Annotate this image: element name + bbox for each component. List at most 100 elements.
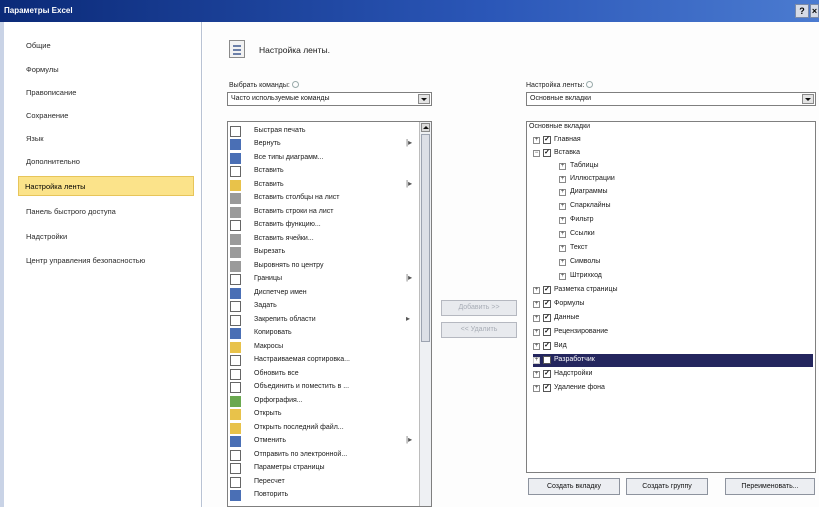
list-item[interactable]: Диспетчер имен <box>230 287 420 300</box>
new-group-button[interactable]: Создать группу <box>626 478 708 495</box>
expand-icon[interactable]: + <box>533 287 540 294</box>
expand-icon[interactable]: + <box>559 231 566 238</box>
collapse-icon[interactable]: − <box>533 150 540 157</box>
checkbox-checked[interactable]: ✓ <box>543 342 551 350</box>
list-item[interactable]: Вставить функцию... <box>230 219 420 232</box>
tree-node-developer[interactable]: + Разработчик <box>533 354 813 367</box>
tree-node-home[interactable]: + ✓ Главная <box>533 134 813 147</box>
expand-icon[interactable]: + <box>533 385 540 392</box>
list-item[interactable]: Копировать <box>230 327 420 340</box>
sidebar-item-advanced[interactable]: Дополнительно <box>20 152 196 172</box>
tree-node-add-ins[interactable]: + ✓ Надстройки <box>533 368 813 381</box>
expand-icon[interactable]: + <box>533 343 540 350</box>
sidebar-item-formulas[interactable]: Формулы <box>20 60 196 80</box>
list-item[interactable]: Отправить по электронной... <box>230 449 420 462</box>
checkbox-checked[interactable]: ✓ <box>543 149 551 157</box>
checkbox-checked[interactable]: ✓ <box>543 384 551 392</box>
expand-icon[interactable]: + <box>559 176 566 183</box>
expand-icon[interactable]: + <box>533 137 540 144</box>
expand-icon[interactable]: + <box>559 273 566 280</box>
expand-icon[interactable]: + <box>559 203 566 210</box>
close-button[interactable]: × <box>810 4 819 18</box>
tree-node-links[interactable]: + Ссылки <box>559 228 813 241</box>
tree-node-view[interactable]: + ✓ Вид <box>533 340 813 353</box>
checkbox-checked[interactable]: ✓ <box>543 300 551 308</box>
expand-icon[interactable]: + <box>559 189 566 196</box>
chevron-down-icon[interactable] <box>802 94 814 104</box>
list-item[interactable]: Быстрая печать <box>230 125 420 138</box>
list-item[interactable]: Макросы <box>230 341 420 354</box>
list-item[interactable]: Закрепить области ▸ <box>230 314 420 327</box>
list-item[interactable]: Все типы диаграмм... <box>230 152 420 165</box>
list-item[interactable]: Задать <box>230 300 420 313</box>
checkbox-checked[interactable]: ✓ <box>543 286 551 294</box>
help-button[interactable]: ? <box>795 4 809 18</box>
list-item[interactable]: Вернуть |▸ <box>230 138 420 151</box>
list-item[interactable]: Пересчет <box>230 476 420 489</box>
tree-node-insert[interactable]: − ✓ Вставка <box>533 147 813 160</box>
expand-icon[interactable]: + <box>533 371 540 378</box>
tree-node-formulas[interactable]: + ✓ Формулы <box>533 298 813 311</box>
checkbox-checked[interactable]: ✓ <box>543 370 551 378</box>
scroll-up-icon[interactable] <box>421 123 430 132</box>
list-item[interactable]: Открыть последний файл... <box>230 422 420 435</box>
list-item[interactable]: Орфография... <box>230 395 420 408</box>
list-item[interactable]: Вставить строки на лист <box>230 206 420 219</box>
list-item[interactable]: Вставить <box>230 165 420 178</box>
list-item[interactable]: Объединить и поместить в ... <box>230 381 420 394</box>
sidebar-item-save[interactable]: Сохранение <box>20 106 196 126</box>
tree-node-text[interactable]: + Текст <box>559 242 813 255</box>
expand-icon[interactable]: + <box>559 245 566 252</box>
expand-icon[interactable]: + <box>533 357 540 364</box>
list-item[interactable]: Параметры страницы <box>230 462 420 475</box>
sidebar-item-trust-center[interactable]: Центр управления безопасностью <box>20 251 196 271</box>
tree-node-data[interactable]: + ✓ Данные <box>533 312 813 325</box>
rename-button[interactable]: Переименовать... <box>725 478 815 495</box>
ribbon-tabs-tree[interactable]: Основные вкладки + ✓ Главная − ✓ Вставка + Та… <box>526 121 816 473</box>
list-item[interactable]: Вставить столбцы на лист <box>230 192 420 205</box>
list-item[interactable]: Отменить |▸ <box>230 435 420 448</box>
tree-node-illustrations[interactable]: + Иллюстрации <box>559 173 813 186</box>
commands-scrollbar[interactable] <box>419 122 431 506</box>
checkbox-checked[interactable]: ✓ <box>543 328 551 336</box>
list-item[interactable]: Выровнять по центру <box>230 260 420 273</box>
sidebar-item-language[interactable]: Язык <box>20 129 196 149</box>
checkbox-unchecked[interactable] <box>543 356 551 364</box>
sidebar-item-customize-ribbon[interactable]: Настройка ленты <box>18 176 194 196</box>
list-item[interactable]: Повторить <box>230 489 420 502</box>
list-item[interactable]: Границы |▸ <box>230 273 420 286</box>
expand-icon[interactable]: + <box>533 301 540 308</box>
list-item[interactable]: Вырезать <box>230 246 420 259</box>
tree-node-charts[interactable]: + Диаграммы <box>559 186 813 199</box>
checkbox-checked[interactable]: ✓ <box>543 136 551 144</box>
tree-node-tables[interactable]: + Таблицы <box>559 160 813 173</box>
expand-icon[interactable]: + <box>559 163 566 170</box>
customize-ribbon-dropdown[interactable]: Основные вкладки <box>526 92 816 106</box>
sidebar-item-quick-access-toolbar[interactable]: Панель быстрого доступа <box>20 202 196 222</box>
new-tab-button[interactable]: Создать вкладку <box>528 478 620 495</box>
sidebar-item-add-ins[interactable]: Надстройки <box>20 227 196 247</box>
tree-node-symbols[interactable]: + Символы <box>559 256 813 269</box>
expand-icon[interactable]: + <box>559 259 566 266</box>
list-item[interactable]: Вставить |▸ <box>230 179 420 192</box>
sidebar-item-general[interactable]: Общие <box>20 36 196 56</box>
list-item[interactable]: Настраиваемая сортировка... <box>230 354 420 367</box>
sidebar-item-proofing[interactable]: Правописание <box>20 83 196 103</box>
add-button[interactable]: Добавить >> <box>441 300 517 316</box>
tree-node-background-removal[interactable]: + ✓ Удаление фона <box>533 382 813 395</box>
list-item[interactable]: Вставить ячейки... <box>230 233 420 246</box>
remove-button[interactable]: << Удалить <box>441 322 517 338</box>
tree-node-filter[interactable]: + Фильтр <box>559 214 813 227</box>
chevron-down-icon[interactable] <box>418 94 430 104</box>
tree-node-barcode[interactable]: + Штрихкод <box>559 270 813 283</box>
list-item[interactable]: Открыть <box>230 408 420 421</box>
expand-icon[interactable]: + <box>559 217 566 224</box>
tree-node-page-layout[interactable]: + ✓ Разметка страницы <box>533 284 813 297</box>
tree-node-sparklines[interactable]: + Спарклайны <box>559 200 813 213</box>
choose-commands-dropdown[interactable]: Часто используемые команды <box>227 92 432 106</box>
expand-icon[interactable]: + <box>533 315 540 322</box>
tree-node-review[interactable]: + ✓ Рецензирование <box>533 326 813 339</box>
scrollbar-thumb[interactable] <box>421 134 430 342</box>
expand-icon[interactable]: + <box>533 329 540 336</box>
commands-list[interactable]: Быстрая печать Вернуть |▸ Все типы диагра… <box>227 121 432 507</box>
